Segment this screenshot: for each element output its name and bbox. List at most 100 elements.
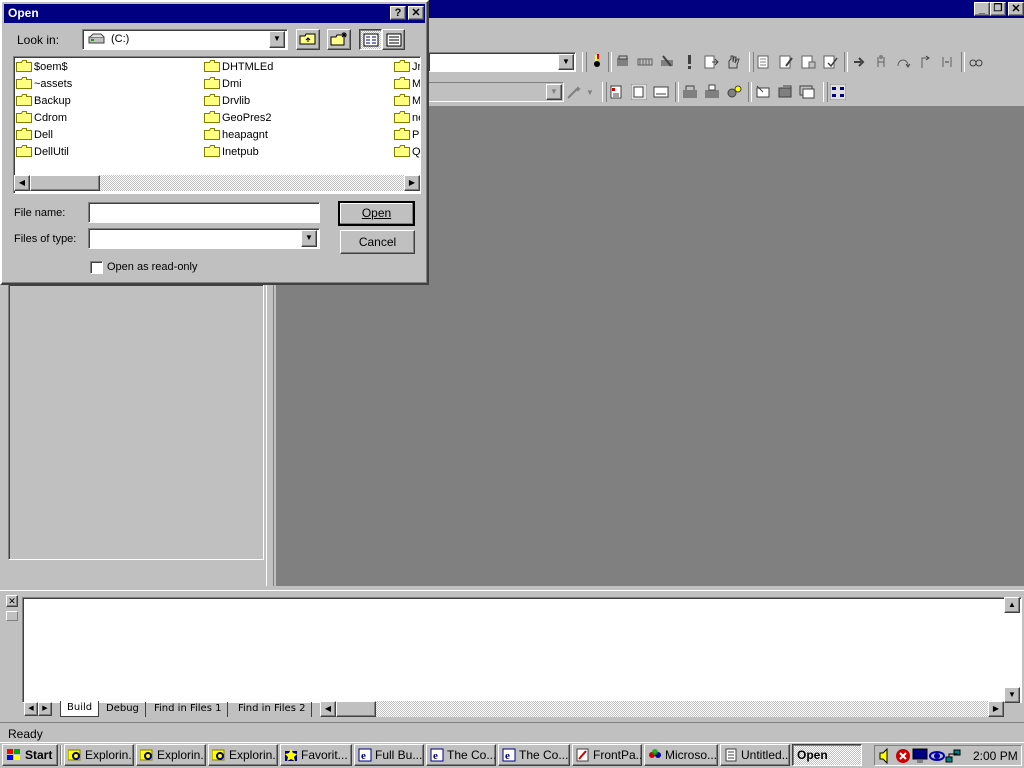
wand-dropdown-icon[interactable]: ▼: [586, 88, 594, 97]
file-list-scroll-right[interactable]: ▶: [404, 175, 420, 191]
toolbar-combo[interactable]: ▼: [428, 52, 576, 72]
tab-find-in-files-2[interactable]: Find in Files 2: [232, 702, 313, 717]
output-hscroll-right[interactable]: ▶: [988, 701, 1004, 717]
dialog-close-button[interactable]: ✕: [408, 6, 424, 20]
window-c-icon[interactable]: [799, 84, 815, 100]
window-b-icon[interactable]: [777, 84, 793, 100]
taskbar-button[interactable]: Untitled...: [720, 744, 790, 766]
file-list[interactable]: $oem$ ~assets Backup Cdrom Dell DellUtil…: [13, 56, 421, 194]
clock[interactable]: 2:00 PM: [973, 749, 1018, 763]
step-over-icon[interactable]: [895, 54, 911, 70]
list-item[interactable]: Drvlib: [204, 93, 250, 109]
window-a-icon[interactable]: [755, 84, 771, 100]
grid-a-icon[interactable]: [682, 84, 698, 100]
find-icon[interactable]: [589, 54, 605, 70]
list-item[interactable]: Dmi: [204, 76, 242, 92]
volume-icon[interactable]: [878, 747, 892, 767]
create-new-folder-button[interactable]: [327, 29, 351, 50]
list-item[interactable]: Cdrom: [16, 110, 67, 126]
readonly-checkbox[interactable]: [90, 261, 103, 274]
list-item[interactable]: DHTMLEd: [204, 59, 273, 75]
tab-build[interactable]: Build: [60, 701, 100, 717]
tab-find-in-files-1[interactable]: Find in Files 1: [148, 702, 229, 717]
toolbar-combo-2[interactable]: ▼: [428, 82, 564, 102]
files-of-type-dropdown[interactable]: ▼: [301, 230, 317, 247]
compile-icon[interactable]: [615, 54, 631, 70]
list-item[interactable]: heapagnt: [204, 127, 268, 143]
file-list-scroll-left[interactable]: ◀: [14, 175, 30, 191]
output-scroll-down[interactable]: ▼: [1004, 687, 1020, 703]
tab-scroll-right[interactable]: ▶: [38, 702, 52, 716]
output-hscroll-left[interactable]: ◀: [320, 701, 336, 717]
output-hscroll[interactable]: ◀ ▶: [320, 701, 1004, 717]
grid-b-icon[interactable]: [704, 84, 720, 100]
ie-tray-icon[interactable]: [929, 748, 945, 767]
details-view-button[interactable]: [382, 29, 405, 50]
step-arrow-icon[interactable]: [851, 54, 867, 70]
list-item[interactable]: Dell: [16, 127, 53, 143]
toolbar-combo-2-dropdown[interactable]: ▼: [546, 84, 562, 100]
quickwatch-icon[interactable]: [968, 54, 984, 70]
list-view-button[interactable]: [359, 29, 382, 50]
output-hscroll-thumb[interactable]: [336, 701, 376, 717]
file-list-hscroll[interactable]: ◀ ▶: [14, 175, 420, 191]
taskbar-button[interactable]: e Full Bu...: [354, 744, 424, 766]
doc-check-icon[interactable]: [822, 54, 838, 70]
taskbar-button[interactable]: e The Co...: [426, 744, 496, 766]
taskbar-button[interactable]: Explorin...: [64, 744, 134, 766]
toggle-a-icon[interactable]: [609, 84, 625, 100]
file-list-scroll-track[interactable]: [100, 175, 404, 191]
workspace-splitter[interactable]: [266, 284, 274, 586]
output-close-button[interactable]: ✕: [6, 595, 18, 607]
main-restore-button[interactable]: ❐: [990, 2, 1006, 16]
step-into-icon[interactable]: [873, 54, 889, 70]
doc-edit-icon[interactable]: [778, 54, 794, 70]
files-of-type-select[interactable]: ▼: [88, 228, 320, 249]
list-item[interactable]: M: [394, 76, 420, 92]
list-item[interactable]: Backup: [16, 93, 71, 109]
start-button[interactable]: Start: [2, 744, 58, 766]
list-item[interactable]: ~assets: [16, 76, 72, 92]
list-item[interactable]: M: [394, 93, 420, 109]
dialog-help-button[interactable]: ?: [390, 6, 406, 20]
antivirus-icon[interactable]: [895, 748, 911, 767]
toggle-c-icon[interactable]: [653, 84, 669, 100]
cancel-button[interactable]: Cancel: [340, 230, 415, 254]
network-icon[interactable]: [945, 748, 961, 767]
workspace-tree[interactable]: [8, 284, 264, 560]
taskbar-button[interactable]: e The Co...: [498, 744, 570, 766]
execute-icon[interactable]: [681, 54, 697, 70]
class-view-icon[interactable]: [829, 84, 846, 100]
taskbar-button[interactable]: Favorit...: [280, 744, 352, 766]
main-close-button[interactable]: ✕: [1008, 2, 1024, 16]
tab-debug[interactable]: Debug: [100, 702, 146, 717]
list-item[interactable]: Jr: [394, 59, 420, 75]
step-out-icon[interactable]: [917, 54, 933, 70]
list-item[interactable]: Q: [394, 144, 420, 160]
taskbar-button[interactable]: Microso...: [644, 744, 718, 766]
output-scroll-up[interactable]: ▲: [1004, 597, 1020, 613]
display-icon[interactable]: [912, 748, 928, 767]
list-item[interactable]: GeoPres2: [204, 110, 272, 126]
doc-a-icon[interactable]: [756, 54, 772, 70]
toolbar-combo-dropdown[interactable]: ▼: [558, 54, 574, 70]
open-button[interactable]: Open: [338, 201, 415, 226]
taskbar-button[interactable]: FrontPa...: [572, 744, 642, 766]
wand-icon[interactable]: [566, 84, 582, 100]
tab-scroll-left[interactable]: ◀: [24, 702, 38, 716]
list-item[interactable]: DellUtil: [16, 144, 69, 160]
gear-icon[interactable]: [726, 84, 742, 100]
list-item[interactable]: P: [394, 127, 419, 143]
run-to-cursor-icon[interactable]: [939, 54, 955, 70]
taskbar-button[interactable]: Explorin...: [136, 744, 206, 766]
file-list-scroll-thumb[interactable]: [30, 175, 100, 191]
output-text-area[interactable]: [22, 597, 1022, 703]
list-item[interactable]: $oem$: [16, 59, 68, 75]
build-icon[interactable]: [637, 54, 653, 70]
file-name-input[interactable]: [88, 202, 320, 223]
list-item[interactable]: ne: [394, 110, 420, 126]
up-one-level-button[interactable]: [296, 29, 320, 50]
taskbar-button-active[interactable]: Open: [792, 744, 862, 766]
go-icon[interactable]: [703, 54, 719, 70]
main-minimize-button[interactable]: _: [974, 2, 990, 16]
